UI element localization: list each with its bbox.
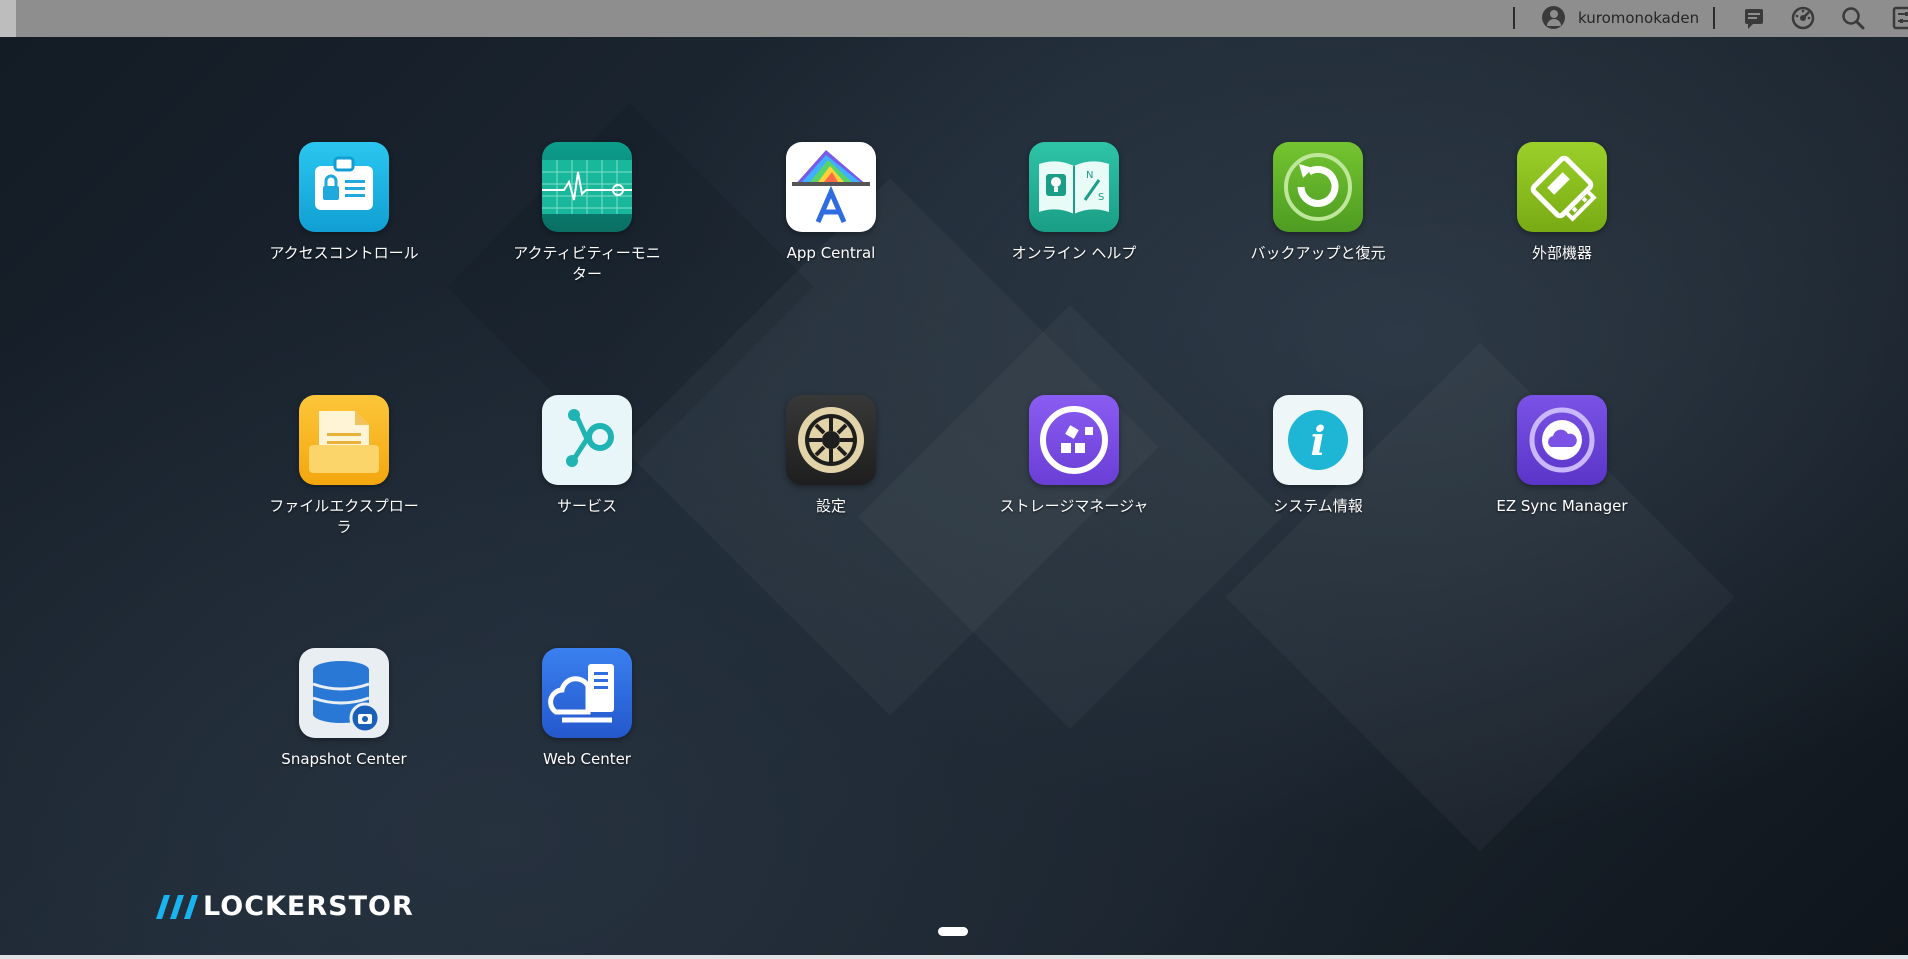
settings-gear-icon[interactable] [786, 395, 876, 485]
app-label: App Central [786, 244, 876, 262]
storage-manager-icon[interactable] [1029, 395, 1119, 485]
services-icon[interactable] [542, 395, 632, 485]
message-icon[interactable] [1740, 4, 1768, 32]
app-label: 外部機器 [1531, 244, 1592, 262]
app-label: アクセスコントロール [269, 244, 419, 262]
snapshot-center-icon[interactable] [299, 648, 389, 738]
app-label: Snapshot Center [281, 750, 407, 768]
app-file-explorer[interactable]: ファイルエクスプローラ [269, 395, 419, 538]
app-label: EZ Sync Manager [1496, 497, 1628, 515]
search-icon[interactable] [1839, 4, 1867, 32]
app-label: 設定 [815, 497, 846, 515]
svg-text:i: i [1310, 418, 1325, 465]
app-system-information[interactable]: i システム情報 [1243, 395, 1393, 517]
web-center-icon[interactable] [542, 648, 632, 738]
taskbar-separator [1513, 7, 1515, 29]
bottom-border [0, 955, 1908, 959]
external-devices-icon[interactable] [1517, 142, 1607, 232]
app-services[interactable]: サービス [512, 395, 662, 517]
app-label: Web Center [543, 750, 631, 768]
system-information-icon[interactable]: i [1273, 395, 1363, 485]
backup-restore-icon[interactable] [1273, 142, 1363, 232]
app-app-central[interactable]: App Central [756, 142, 906, 264]
app-external-devices[interactable]: 外部機器 [1487, 142, 1637, 264]
app-settings[interactable]: 設定 [756, 395, 906, 517]
app-ez-sync-manager[interactable]: EZ Sync Manager [1487, 395, 1637, 517]
widget-settings-icon[interactable] [1890, 4, 1908, 32]
activity-monitor-icon[interactable] [542, 142, 632, 232]
app-label: アクティビティーモニター [513, 244, 661, 283]
dashboard-icon[interactable] [1789, 4, 1817, 32]
app-backup-restore[interactable]: バックアップと復元 [1243, 142, 1393, 264]
app-snapshot-center[interactable]: Snapshot Center [269, 648, 419, 770]
lockerstor-logo-icon [156, 895, 198, 919]
taskbar-separator [1713, 7, 1715, 29]
file-explorer-icon[interactable] [299, 395, 389, 485]
ez-sync-manager-icon[interactable] [1517, 395, 1607, 485]
app-storage-manager[interactable]: ストレージマネージャ [999, 395, 1149, 517]
brand-name: LOCKERSTOR [203, 891, 414, 922]
app-web-center[interactable]: Web Center [512, 648, 662, 770]
desktop-background: アクセスコントロール アクティビティーモニター App Central NS オ… [0, 37, 1908, 955]
app-label: システム情報 [1273, 497, 1363, 515]
taskbar: kuromonokaden [0, 0, 1908, 37]
app-central-icon[interactable] [786, 142, 876, 232]
username-label[interactable]: kuromonokaden [1578, 9, 1699, 27]
svg-text:N: N [1086, 170, 1093, 181]
app-label: サービス [556, 497, 617, 515]
app-activity-monitor[interactable]: アクティビティーモニター [512, 142, 662, 285]
page-indicator[interactable] [938, 927, 968, 936]
app-online-help[interactable]: NS オンライン ヘルプ [999, 142, 1149, 264]
app-label: バックアップと復元 [1250, 244, 1386, 262]
user-icon[interactable] [1542, 6, 1565, 29]
online-help-icon[interactable]: NS [1029, 142, 1119, 232]
app-access-control[interactable]: アクセスコントロール [269, 142, 419, 264]
access-control-icon[interactable] [299, 142, 389, 232]
app-label: ストレージマネージャ [999, 497, 1149, 515]
app-label: オンライン ヘルプ [1011, 244, 1137, 262]
app-label: ファイルエクスプローラ [269, 497, 419, 536]
svg-text:S: S [1098, 192, 1104, 203]
